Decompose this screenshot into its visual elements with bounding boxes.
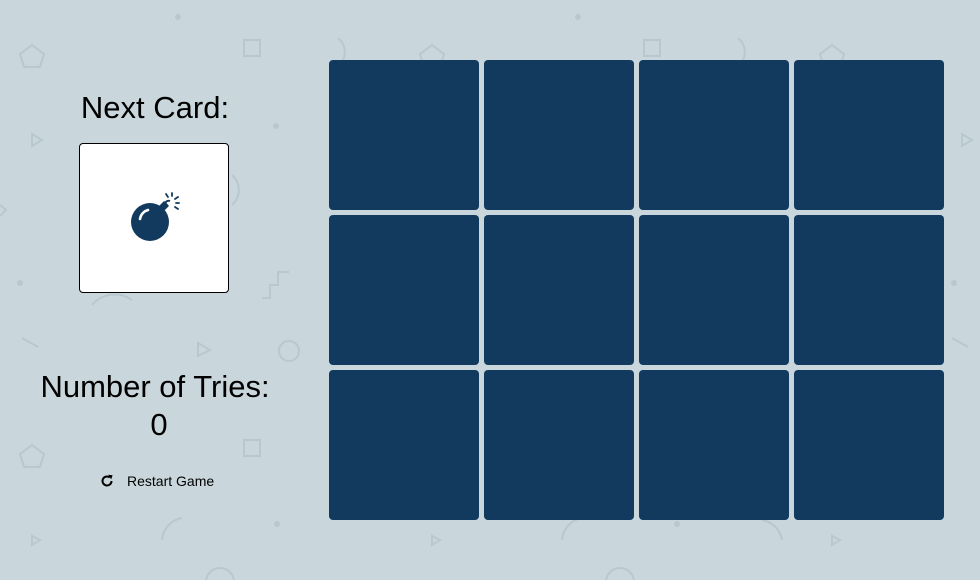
card-r1-c2[interactable] <box>484 60 634 210</box>
restart-game-button[interactable]: Restart Game <box>100 470 214 492</box>
restart-icon <box>101 474 113 487</box>
bomb-icon <box>131 192 180 241</box>
card-board <box>329 60 944 520</box>
restart-game-label: Restart Game <box>127 473 215 489</box>
next-card-label: Next Card: <box>80 90 230 125</box>
card-r2-c4[interactable] <box>794 215 944 365</box>
tries-label: Number of Tries: <box>40 369 270 404</box>
card-r3-c3[interactable] <box>639 370 789 520</box>
card-r2-c3[interactable] <box>639 215 789 365</box>
game-page: Next Card: Number of Tries: 0 Restart Ga… <box>0 0 980 580</box>
next-card <box>79 143 229 293</box>
card-r1-c1[interactable] <box>329 60 479 210</box>
card-r1-c3[interactable] <box>639 60 789 210</box>
card-r3-c4[interactable] <box>794 370 944 520</box>
tries-count: 0 <box>150 407 168 442</box>
card-r3-c2[interactable] <box>484 370 634 520</box>
card-r1-c4[interactable] <box>794 60 944 210</box>
card-r2-c1[interactable] <box>329 215 479 365</box>
game-info-panel: Next Card: Number of Tries: 0 Restart Ga… <box>0 0 310 580</box>
card-r3-c1[interactable] <box>329 370 479 520</box>
card-r2-c2[interactable] <box>484 215 634 365</box>
